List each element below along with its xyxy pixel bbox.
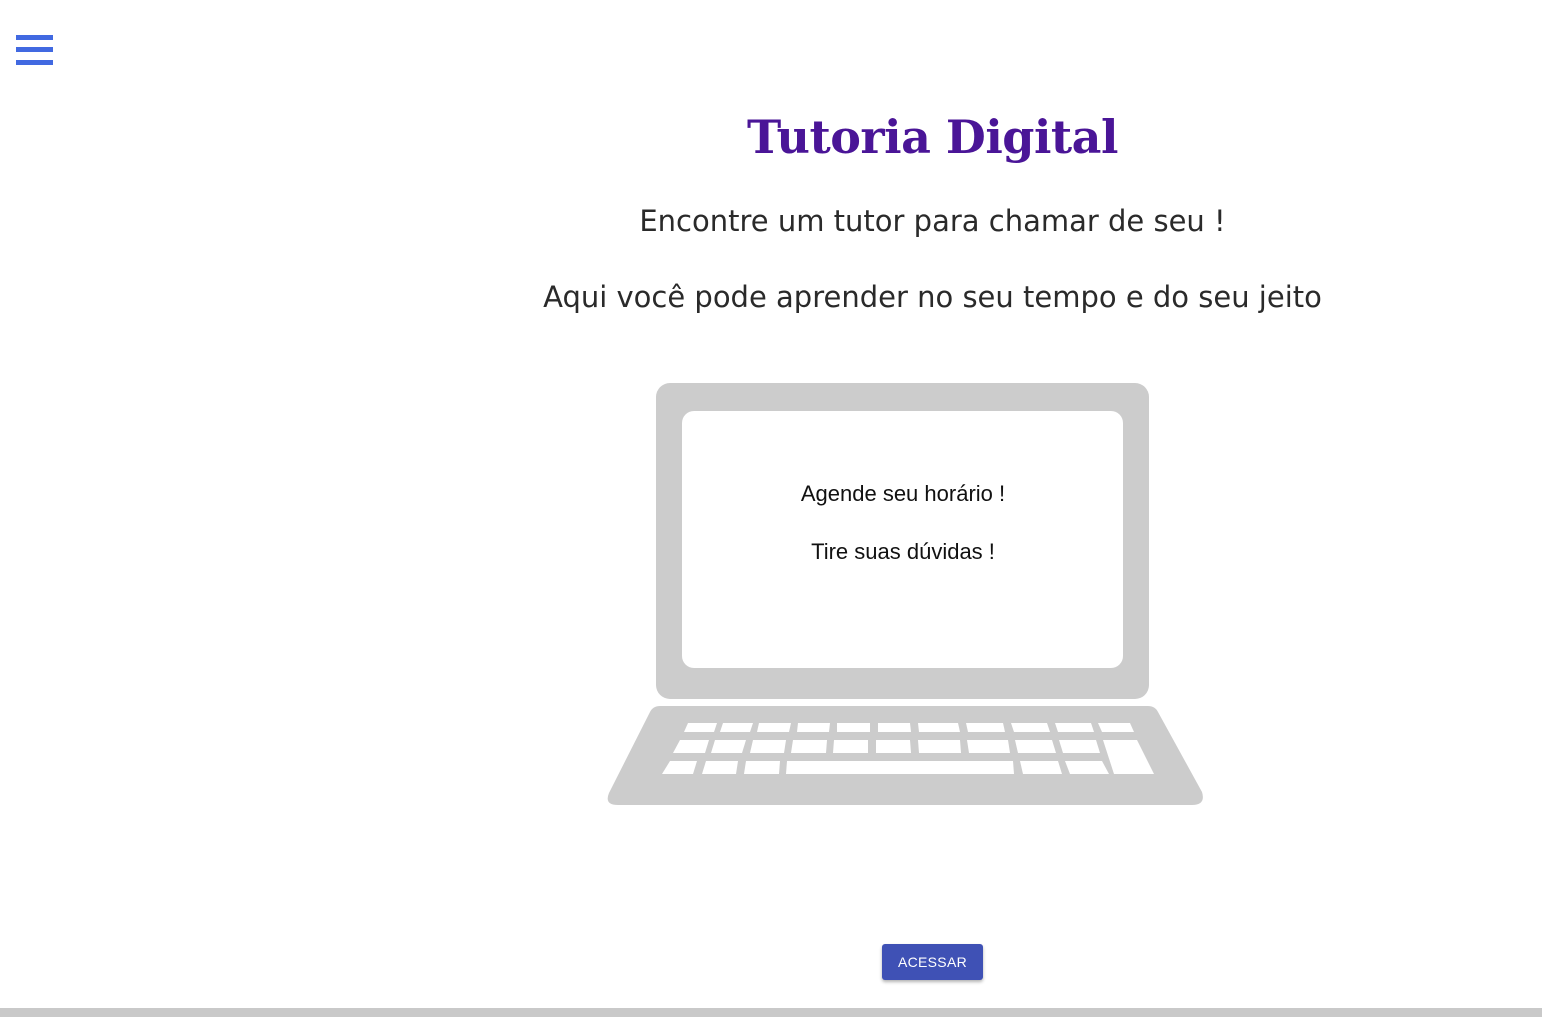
subtitle-find-tutor: Encontre um tutor para chamar de seu ! [639, 204, 1226, 238]
laptop-illustration [607, 383, 1203, 805]
screen-text-questions: Tire suas dúvidas ! [811, 539, 995, 564]
subtitle-learn-your-way: Aqui você pode aprender no seu tempo e d… [543, 280, 1322, 314]
menu-line [16, 60, 53, 65]
menu-line [16, 47, 53, 52]
screen-text-schedule: Agende seu horário ! [800, 481, 1006, 506]
access-button[interactable]: ACESSAR [882, 944, 983, 980]
page-title: Tutoria Digital [747, 110, 1118, 164]
hamburger-menu-icon[interactable] [16, 34, 54, 68]
menu-line [16, 35, 53, 40]
footer-bar [0, 1008, 1542, 1017]
